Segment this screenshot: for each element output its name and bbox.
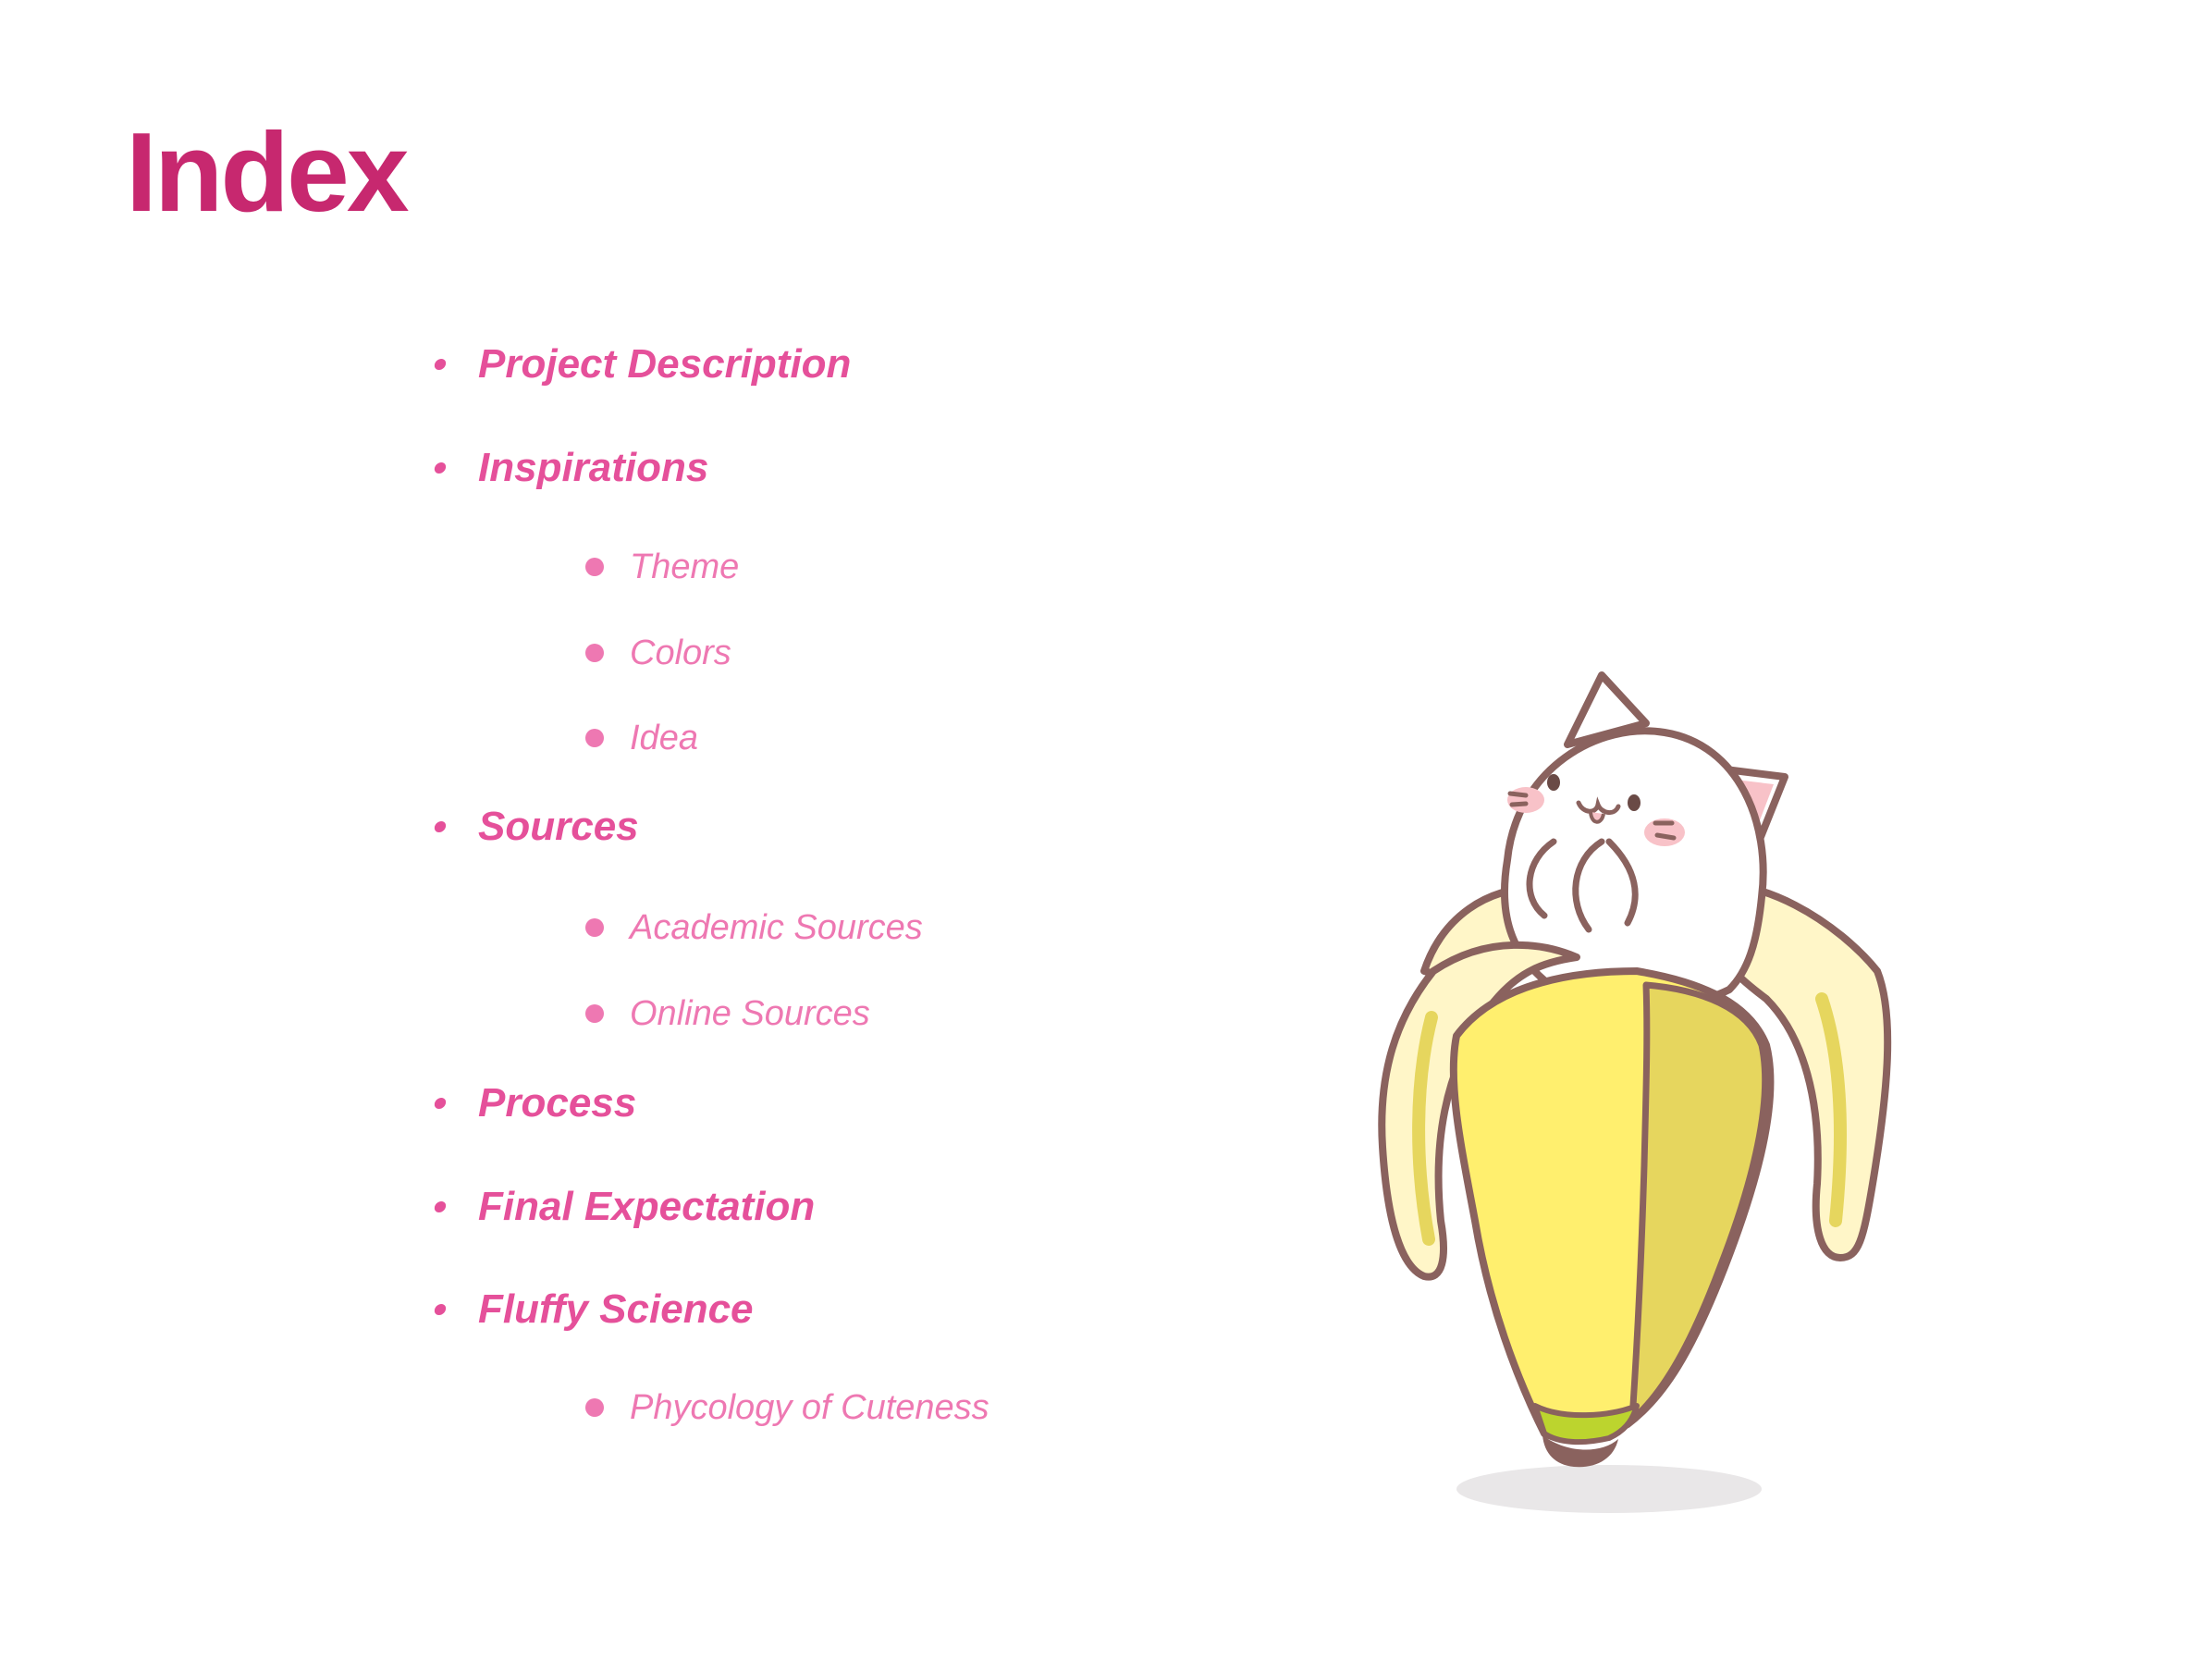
bullet-icon — [585, 729, 604, 747]
bullet-icon — [433, 1201, 448, 1212]
bullet-icon — [433, 359, 448, 370]
cat-in-banana-icon — [1378, 671, 1892, 1513]
index-item-label: Theme — [630, 548, 740, 586]
index-item-label: Idea — [630, 719, 698, 757]
index-item-label: Phycology of Cuteness — [630, 1388, 989, 1427]
page-title: Index — [126, 109, 410, 235]
bullet-icon — [433, 462, 448, 474]
index-item-label: Colors — [630, 634, 731, 672]
index-item-label: Inspirations — [478, 445, 709, 490]
index-item-label: Final Expectation — [478, 1184, 816, 1229]
index-item-label: Process — [478, 1080, 637, 1126]
bullet-icon — [585, 918, 604, 937]
bullet-icon — [585, 1004, 604, 1023]
bullet-icon — [433, 821, 448, 832]
index-item-label: Online Sources — [630, 994, 870, 1033]
bullet-icon — [585, 1398, 604, 1417]
index-item-label: Project Description — [478, 341, 852, 387]
bullet-icon — [433, 1098, 448, 1109]
bullet-icon — [585, 558, 604, 576]
bullet-icon — [433, 1304, 448, 1315]
index-item-label: Academic Sources — [630, 908, 923, 947]
ground-shadow — [1456, 1465, 1762, 1513]
index-item-label: Fluffy Science — [478, 1286, 754, 1332]
bullet-icon — [585, 644, 604, 662]
index-item-label: Sources — [478, 804, 639, 849]
